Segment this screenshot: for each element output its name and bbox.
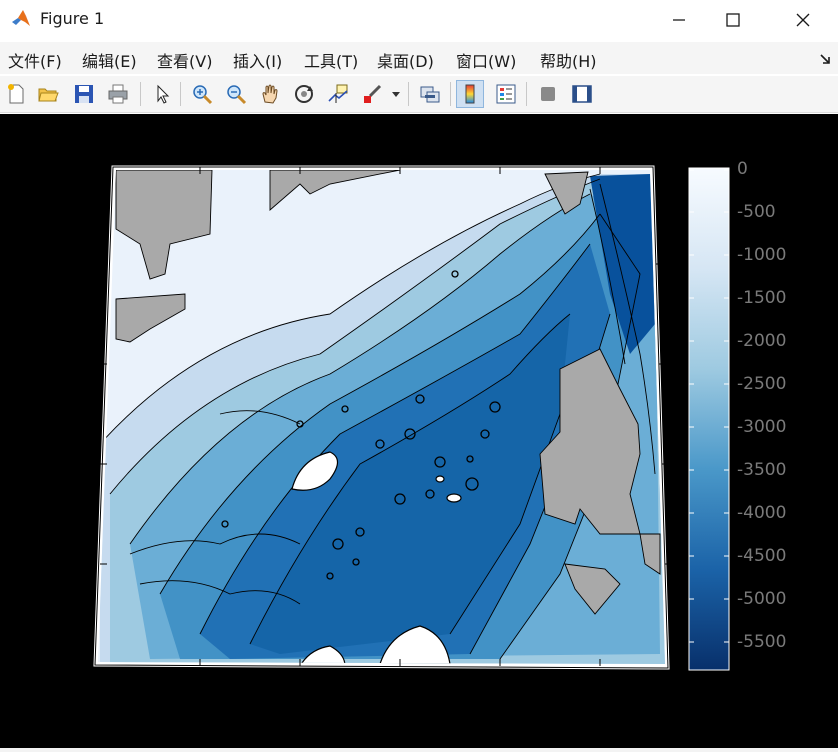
- toolbar-separator: [408, 82, 409, 106]
- pan-hand-icon: [262, 84, 278, 104]
- maximize-icon: [726, 13, 740, 27]
- toolbar-separator: [140, 82, 141, 106]
- zoom-in-button[interactable]: [188, 80, 216, 108]
- colorbar-tick-label: -5500: [737, 632, 787, 652]
- bathymetry-map: [98, 170, 665, 664]
- colorbar-tick-label: -500: [737, 202, 776, 222]
- figure-toolbar: [0, 76, 838, 113]
- colorbar-tick-label: -1000: [737, 245, 787, 265]
- open-file-button[interactable]: [34, 80, 62, 108]
- menu-insert[interactable]: 插入(I): [233, 48, 282, 72]
- dock-arrow-icon[interactable]: [818, 52, 832, 66]
- colorbar-tick-label: -2500: [737, 374, 787, 394]
- legend-button[interactable]: [492, 80, 520, 108]
- data-cursor-button[interactable]: [324, 80, 352, 108]
- link-plot-button[interactable]: [416, 80, 444, 108]
- colorbar-tick-label: -4500: [737, 546, 787, 566]
- colorbar-tick-label: -1500: [737, 288, 787, 308]
- colorbar-button[interactable]: [456, 80, 484, 108]
- open-file-icon: [38, 88, 59, 102]
- brush-button[interactable]: [358, 80, 386, 108]
- zoom-out-button[interactable]: [222, 80, 250, 108]
- print-button[interactable]: [104, 80, 132, 108]
- brush-dropdown[interactable]: [388, 80, 404, 108]
- minimize-button[interactable]: [656, 0, 702, 40]
- link-plot-icon: [420, 86, 440, 103]
- menu-view[interactable]: 查看(V): [157, 48, 212, 72]
- title-bar[interactable]: Figure 1: [0, 0, 838, 40]
- rotate-button[interactable]: [290, 80, 318, 108]
- colorbar-tick-label: -2000: [737, 331, 787, 351]
- save-button[interactable]: [70, 80, 98, 108]
- toolbar-separator: [180, 82, 181, 106]
- colorbar[interactable]: [688, 167, 730, 671]
- menu-desktop[interactable]: 桌面(D): [377, 48, 434, 72]
- save-icon: [75, 85, 93, 103]
- brush-dropdown-icon: [392, 92, 400, 97]
- pan-button[interactable]: [256, 80, 284, 108]
- toolbar-separator: [450, 82, 451, 106]
- pointer-button[interactable]: [148, 80, 176, 108]
- print-icon: [108, 84, 128, 104]
- rotate-3d-icon: [295, 85, 313, 103]
- show-plot-tools-icon: [572, 85, 592, 103]
- zoom-in-icon: [193, 85, 213, 105]
- toolbar-separator: [526, 82, 527, 106]
- menu-help[interactable]: 帮助(H): [540, 48, 597, 72]
- show-plot-tools-button[interactable]: [568, 80, 596, 108]
- menu-bar: 文件(F) 编辑(E) 查看(V) 插入(I) 工具(T) 桌面(D) 窗口(W…: [0, 42, 838, 74]
- legend-icon: [496, 84, 516, 104]
- close-button[interactable]: [780, 0, 826, 40]
- figure-window: Figure 1 文件(F) 编辑(E) 查看(V) 插入(I) 工具(T) 桌…: [0, 0, 838, 748]
- colorbar-tick-label: -5000: [737, 589, 787, 609]
- data-cursor-icon: [328, 84, 348, 103]
- colorbar-tick-label: -3500: [737, 460, 787, 480]
- new-figure-button[interactable]: [2, 80, 30, 108]
- bathymetry-axes[interactable]: [0, 114, 838, 748]
- zoom-out-icon: [227, 85, 247, 105]
- colorbar-tick-label: 0: [737, 159, 748, 179]
- matlab-logo-icon: [12, 10, 30, 26]
- menu-tools[interactable]: 工具(T): [304, 48, 358, 72]
- hide-plot-tools-icon: [541, 87, 555, 101]
- menu-file[interactable]: 文件(F): [8, 48, 62, 72]
- minimize-icon: [673, 19, 685, 21]
- maximize-button[interactable]: [710, 0, 756, 40]
- colorbar-icon: [465, 84, 475, 104]
- pointer-icon: [157, 84, 170, 104]
- hide-plot-tools-button[interactable]: [534, 80, 562, 108]
- window-title: Figure 1: [40, 9, 105, 28]
- menu-window[interactable]: 窗口(W): [456, 48, 516, 72]
- brush-icon: [364, 84, 382, 103]
- colorbar-tick-label: -4000: [737, 503, 787, 523]
- figure-canvas[interactable]: 0 -500 -1000 -1500 -2000 -2500 -3000 -35…: [0, 114, 838, 748]
- menu-edit[interactable]: 编辑(E): [82, 48, 137, 72]
- new-figure-icon: [8, 84, 24, 104]
- colorbar-tick-label: -3000: [737, 417, 787, 437]
- close-icon: [796, 13, 810, 27]
